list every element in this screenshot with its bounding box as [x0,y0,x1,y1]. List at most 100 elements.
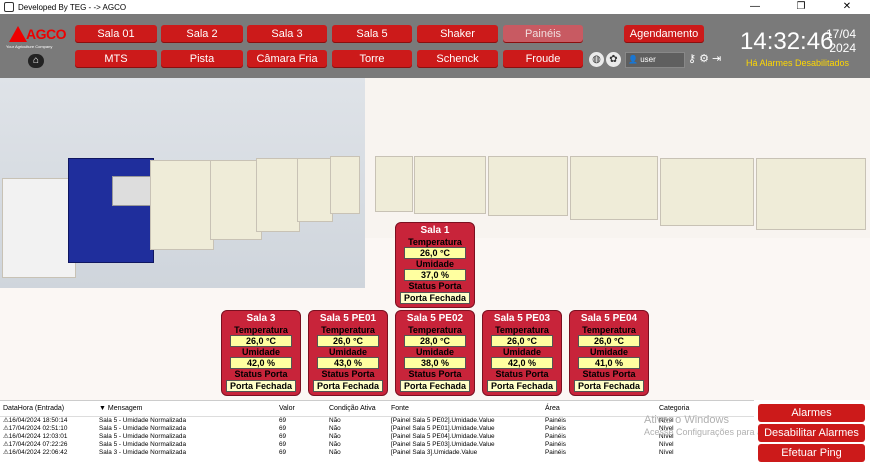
nav-sala-2[interactable]: Sala 2 [161,25,243,43]
clock-year: 2024 [829,41,857,55]
minimize-button[interactable]: — [732,0,778,14]
cell-valor: 69 [279,425,287,432]
panel-title: Sala 5 PE03 [493,313,551,324]
agendamento-button[interactable]: Agendamento [624,25,704,43]
panel-hum-value: 37,0 % [404,269,466,281]
cell-condicao: Não [329,417,341,424]
nav-shaker[interactable]: Shaker [417,25,498,43]
cell-datahora: ⚠16/04/2024 18:50:14 [0,417,96,425]
panel-hum-label: Umidade [309,347,387,357]
cell-fonte: [Painel Sala 5 PE02].Umidade.Value [391,417,495,424]
panel-hum-value: 42,0 % [491,357,553,369]
cabinet-3 [150,160,214,250]
table-row[interactable]: ⚠16/04/2024 18:50:14 Sala 5 - Umidade No… [0,417,754,425]
panel-temp-label: Temperatura [309,325,387,335]
panel-door-value: Porta Fechada [574,380,644,392]
cabinet-7 [330,156,360,214]
key-icon[interactable]: ⚷ [688,52,696,65]
gear-icon[interactable]: ⚙ [699,52,709,65]
cabinet-12 [660,158,754,226]
col-area[interactable]: Área [542,401,656,416]
alarm-table[interactable]: DataHora (Entrada) ▼ Mensagem Valor Cond… [0,400,754,465]
panel-door-value: Porta Fechada [226,380,296,392]
panel-title: Sala 3 [246,313,276,324]
cell-mensagem: Sala 5 - Umidade Normalizada [99,425,187,432]
col-valor[interactable]: Valor [276,401,326,416]
cell-condicao: Não [329,449,341,456]
panel-temp-label: Temperatura [483,325,561,335]
panel-temp-value: 26,0 °C [317,335,379,347]
cell-mensagem: Sala 5 - Umidade Normalizada [99,433,187,440]
panel-sala-5-pe01[interactable]: Sala 5 PE01 Temperatura 26,0 °C Umidade … [308,310,388,396]
panel-sala-5-pe03[interactable]: Sala 5 PE03 Temperatura 26,0 °C Umidade … [482,310,562,396]
cell-datahora-text: 16/04/2024 18:50:14 [8,417,68,424]
panel-hum-value: 42,0 % [230,357,292,369]
panel-sala-5-pe04[interactable]: Sala 5 PE04 Temperatura 26,0 °C Umidade … [569,310,649,396]
panel-sala-3[interactable]: Sala 3 Temperatura 26,0 °C Umidade 42,0 … [221,310,301,396]
table-row[interactable]: ⚠17/04/2024 02:51:10 Sala 5 - Umidade No… [0,425,754,433]
logout-icon[interactable]: ⇥ [712,52,721,65]
panel-sala-1[interactable]: Sala 1 Temperatura 26,0 °C Umidade 37,0 … [395,222,475,308]
panel-temp-value: 26,0 °C [578,335,640,347]
table-header: DataHora (Entrada) ▼ Mensagem Valor Cond… [0,401,754,417]
window-title: Developed By TEG - -> AGCO [18,2,127,12]
nav-paineis[interactable]: Painéis [503,25,583,43]
agco-logo: AGCO Your Agriculture Company ⌂ [6,26,68,70]
nav-froude[interactable]: Froude [503,50,583,68]
user-field[interactable]: 👤 user [625,52,685,68]
cell-datahora-text: 17/04/2024 07:22:26 [8,441,68,448]
nav-sala-01[interactable]: Sala 01 [75,25,157,43]
panel-temp-value: 26,0 °C [404,247,466,259]
nav-schenck[interactable]: Schenck [417,50,498,68]
col-fonte[interactable]: Fonte [388,401,542,416]
cell-fonte: [Painel Sala 5 PE03].Umidade.Value [391,441,495,448]
cell-area: Painéis [545,417,566,424]
globe-icon[interactable]: ◍ [589,52,604,67]
col-condicao[interactable]: Condição Ativa [326,401,388,416]
maximize-button[interactable]: ❐ [778,0,824,14]
cabinet-10 [488,156,568,216]
close-button[interactable]: ✕ [824,0,870,14]
cell-area: Painéis [545,425,566,432]
cabinet-4 [210,160,262,240]
table-row[interactable]: ⚠17/04/2024 07:22:26 Sala 5 - Umidade No… [0,441,754,449]
cell-datahora: ⚠17/04/2024 07:22:26 [0,441,96,449]
cabinet-blue [68,158,154,263]
cell-mensagem: Sala 5 - Umidade Normalizada [99,417,187,424]
palette-icon[interactable]: ✿ [606,52,621,67]
nav-torre[interactable]: Torre [332,50,412,68]
panel-hum-label: Umidade [396,259,474,269]
clock-time: 14:32:46 [740,28,834,55]
panel-sala-5-pe02[interactable]: Sala 5 PE02 Temperatura 28,0 °C Umidade … [395,310,475,396]
panel-door-value: Porta Fechada [313,380,383,392]
panel-door-label: Status Porta [570,369,648,379]
col-mensagem[interactable]: ▼ Mensagem [96,401,276,416]
nav-camara-fria[interactable]: Câmara Fria [247,50,327,68]
cabinet-11 [570,156,658,220]
window-titlebar: Developed By TEG - -> AGCO — ❐ ✕ [0,0,870,14]
table-row[interactable]: ⚠16/04/2024 22:06:42 Sala 3 - Umidade No… [0,449,754,457]
efetuar-ping-button[interactable]: Efetuar Ping [758,444,865,462]
panel-temp-value: 26,0 °C [230,335,292,347]
nav-sala-3[interactable]: Sala 3 [247,25,327,43]
panel-door-value: Porta Fechada [400,380,470,392]
alarmes-button[interactable]: Alarmes [758,404,865,422]
desabilitar-alarmes-button[interactable]: Desabilitar Alarmes [758,424,865,442]
cell-condicao: Não [329,433,341,440]
cell-datahora: ⚠16/04/2024 12:03:01 [0,433,96,441]
app-icon [4,2,14,12]
panel-temp-value: 26,0 °C [491,335,553,347]
clock-day: 17/04 [826,27,857,41]
nav-mts[interactable]: MTS [75,50,157,68]
nav-sala-5[interactable]: Sala 5 [332,25,412,43]
cell-area: Painéis [545,449,566,456]
table-row[interactable]: ⚠16/04/2024 12:03:01 Sala 5 - Umidade No… [0,433,754,441]
blue-cabinet-grille [112,176,152,206]
cell-mensagem: Sala 5 - Umidade Normalizada [99,441,187,448]
nav-pista[interactable]: Pista [161,50,243,68]
col-datahora[interactable]: DataHora (Entrada) [0,401,96,416]
home-icon[interactable]: ⌂ [28,54,44,68]
cell-categoria: Nível [659,449,674,456]
panel-temp-label: Temperatura [396,237,474,247]
panel-door-label: Status Porta [483,369,561,379]
